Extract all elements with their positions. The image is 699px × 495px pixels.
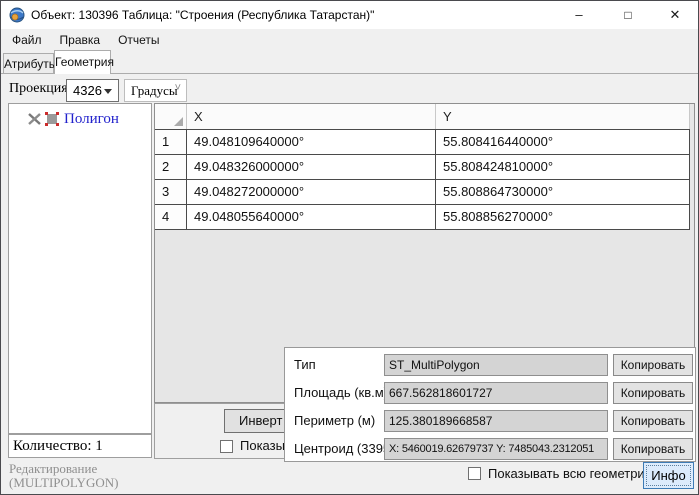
menu-edit[interactable]: Правка — [51, 29, 110, 51]
table-row[interactable]: 4 49.048055640000° 55.808856270000° — [155, 205, 690, 230]
maximize-icon[interactable]: □ — [605, 1, 651, 29]
projection-units-dropdown[interactable]: Градусы ˅ — [124, 79, 187, 102]
window-title: Объект: 130396 Таблица: "Строения (Респу… — [31, 1, 374, 29]
projection-label: Проекция: — [9, 81, 72, 97]
menu-reports[interactable]: Отчеты — [109, 29, 168, 51]
table-row[interactable]: 3 49.048272000000° 55.808864730000° — [155, 180, 690, 205]
tab-attributes[interactable]: Атрибуты — [3, 53, 54, 74]
copy-button[interactable]: Копировать — [613, 410, 693, 432]
projection-epsg-value: 4326 — [73, 80, 102, 101]
info-label: Центроид (3395) — [294, 438, 394, 460]
copy-button[interactable]: Копировать — [613, 382, 693, 404]
menu-bar: Файл Правка Отчеты — [1, 29, 698, 51]
tree-item-label: Полигон — [64, 111, 119, 128]
geometry-info-popup: Тип ST_MultiPolygon Копировать Площадь (… — [284, 347, 696, 462]
y-cell[interactable]: 55.808424810000° — [436, 155, 690, 180]
edit-tools-icon — [27, 112, 42, 126]
show-all-geometry-label: Показывать всю геометрию — [488, 466, 654, 481]
x-cell[interactable]: 49.048272000000° — [187, 180, 436, 205]
status-geometry-type-text: (MULTIPOLYGON) — [9, 475, 118, 491]
info-row-area: Площадь (кв.м) 667.562818601727 Копирова… — [285, 382, 695, 404]
minimize-icon[interactable]: – — [556, 1, 602, 29]
column-header-y[interactable]: Y — [436, 104, 690, 129]
tab-geometry[interactable]: Геометрия — [54, 50, 111, 74]
table-corner-cell[interactable] — [155, 104, 187, 129]
show-checkbox[interactable] — [220, 440, 233, 453]
table-row[interactable]: 1 49.048109640000° 55.808416440000° — [155, 130, 690, 155]
info-row-perimeter: Периметр (м) 125.380189668587 Копировать — [285, 410, 695, 432]
projection-units-value: Градусы — [131, 80, 178, 101]
x-cell[interactable]: 49.048326000000° — [187, 155, 436, 180]
show-checkbox-label: Показы — [240, 438, 285, 453]
globe-icon — [9, 7, 25, 23]
row-number-cell[interactable]: 4 — [155, 205, 187, 230]
table-header-row: X Y — [155, 104, 690, 130]
y-cell[interactable]: 55.808864730000° — [436, 180, 690, 205]
info-button[interactable]: Инфо — [643, 462, 694, 489]
info-value-field[interactable]: 125.380189668587 — [384, 410, 608, 432]
show-all-geometry-checkbox[interactable] — [468, 467, 481, 480]
copy-button[interactable]: Копировать — [613, 354, 693, 376]
count-box: Количество: 1 — [8, 434, 152, 458]
info-value-field[interactable]: 667.562818601727 — [384, 382, 608, 404]
selection-rectangle-icon — [45, 112, 59, 126]
title-bar: Объект: 130396 Таблица: "Строения (Респу… — [1, 1, 698, 29]
chevron-down-icon: ˅ — [175, 82, 181, 94]
column-header-x[interactable]: X — [187, 104, 436, 129]
row-number-cell[interactable]: 2 — [155, 155, 187, 180]
info-row-type: Тип ST_MultiPolygon Копировать — [285, 354, 695, 376]
app-window: Объект: 130396 Таблица: "Строения (Респу… — [0, 0, 699, 495]
y-cell[interactable]: 55.808416440000° — [436, 130, 690, 155]
chevron-down-icon — [104, 89, 112, 94]
x-cell[interactable]: 49.048109640000° — [187, 130, 436, 155]
info-value-field[interactable]: X: 5460019.62679737 Y: 7485043.2312051 — [384, 438, 608, 460]
info-value-field[interactable]: ST_MultiPolygon — [384, 354, 608, 376]
row-number-cell[interactable]: 3 — [155, 180, 187, 205]
geometry-tree-panel: Полигон — [8, 103, 152, 434]
y-cell[interactable]: 55.808856270000° — [436, 205, 690, 230]
info-row-centroid: Центроид (3395) X: 5460019.62679737 Y: 7… — [285, 438, 695, 460]
projection-epsg-dropdown[interactable]: 4326 — [66, 79, 119, 102]
row-number-cell[interactable]: 1 — [155, 130, 187, 155]
info-label: Периметр (м) — [294, 410, 375, 432]
copy-button[interactable]: Копировать — [613, 438, 693, 460]
info-label: Площадь (кв.м) — [294, 382, 388, 404]
x-cell[interactable]: 49.048055640000° — [187, 205, 436, 230]
info-label: Тип — [294, 354, 316, 376]
table-corner-triangle-icon — [174, 117, 183, 126]
tree-item-polygon[interactable]: Полигон — [27, 110, 119, 128]
menu-file[interactable]: Файл — [3, 29, 51, 51]
close-icon[interactable]: ✕ — [652, 1, 698, 29]
table-row[interactable]: 2 49.048326000000° 55.808424810000° — [155, 155, 690, 180]
